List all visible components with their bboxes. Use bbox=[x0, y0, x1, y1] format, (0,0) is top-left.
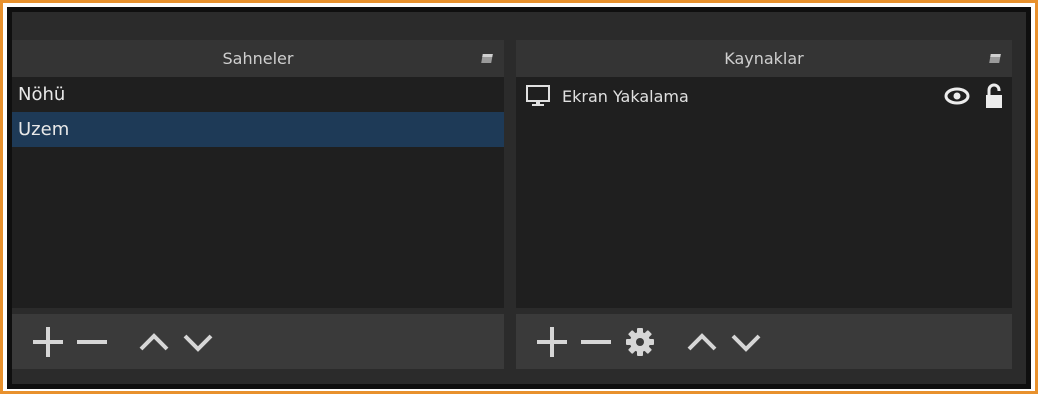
scene-item-label: Nöhü bbox=[18, 84, 66, 105]
scenes-title-text: Sahneler bbox=[222, 49, 294, 68]
minus-icon bbox=[581, 339, 611, 344]
source-item-controls bbox=[944, 83, 1004, 109]
sources-list[interactable]: Ekran Yakalama bbox=[516, 77, 1012, 308]
float-dock-icon[interactable] bbox=[481, 54, 493, 63]
screenshot-frame: Sahneler Nöhü Uzem Kaynaklar Ekran Yakal… bbox=[0, 0, 1038, 394]
scene-item-uzem[interactable]: Uzem bbox=[12, 112, 504, 147]
sources-dock: Kaynaklar Ekran Yakalama bbox=[516, 40, 1012, 375]
plus-icon bbox=[537, 326, 567, 357]
scenes-list[interactable]: Nöhü Uzem bbox=[12, 77, 504, 308]
remove-source-button[interactable] bbox=[574, 320, 618, 364]
source-properties-button[interactable] bbox=[618, 320, 662, 364]
source-item-ekran-yakalama[interactable]: Ekran Yakalama bbox=[516, 77, 1012, 115]
scenes-toolbar bbox=[12, 314, 504, 369]
down-arrow-icon bbox=[731, 334, 761, 352]
scenes-dock: Sahneler Nöhü Uzem bbox=[12, 40, 504, 375]
float-dock-icon[interactable] bbox=[989, 54, 1001, 63]
add-source-button[interactable] bbox=[530, 320, 574, 364]
unlock-icon[interactable] bbox=[984, 83, 1004, 109]
remove-scene-button[interactable] bbox=[70, 320, 114, 364]
up-arrow-icon bbox=[687, 332, 717, 350]
up-arrow-icon bbox=[139, 332, 169, 350]
down-arrow-icon bbox=[183, 334, 213, 352]
minus-icon bbox=[77, 339, 107, 344]
move-scene-up-button[interactable] bbox=[132, 320, 176, 364]
add-scene-button[interactable] bbox=[26, 320, 70, 364]
gear-icon bbox=[626, 327, 654, 356]
eye-icon[interactable] bbox=[944, 87, 970, 105]
sources-dock-title[interactable]: Kaynaklar bbox=[516, 40, 1012, 77]
scene-item-label: Uzem bbox=[18, 119, 70, 140]
sources-toolbar bbox=[516, 314, 1012, 369]
move-source-up-button[interactable] bbox=[680, 320, 724, 364]
move-scene-down-button[interactable] bbox=[176, 320, 220, 364]
sources-title-text: Kaynaklar bbox=[724, 49, 804, 68]
move-source-down-button[interactable] bbox=[724, 320, 768, 364]
scenes-dock-title[interactable]: Sahneler bbox=[12, 40, 504, 77]
scene-item-nohu[interactable]: Nöhü bbox=[12, 77, 504, 112]
monitor-icon bbox=[526, 85, 550, 106]
source-item-label: Ekran Yakalama bbox=[562, 86, 689, 106]
plus-icon bbox=[33, 326, 63, 357]
